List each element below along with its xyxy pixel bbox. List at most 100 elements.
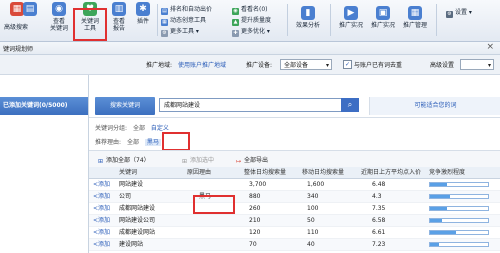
- settings-row: 推广地域: 使用账户推广地域 推广设备: 全部设备 ▾ ✓ 与账户已有词去重 高…: [0, 55, 500, 75]
- toolbar-button-plugin[interactable]: ✱ 插件: [134, 2, 152, 25]
- add-selected-label: 添加选中: [190, 157, 215, 164]
- add-link[interactable]: <添加: [93, 191, 110, 202]
- more-tools-icon: ⚙: [161, 30, 168, 37]
- device-select[interactable]: 全部设备 ▾: [280, 59, 332, 70]
- view-ip-item[interactable]: ◉ 看看名(0): [232, 6, 268, 15]
- more-tools-item[interactable]: ⚙ 更多工具 ▾: [161, 28, 199, 37]
- price-cell: 6.48: [372, 181, 386, 188]
- mobile-search-cell: 340: [307, 193, 319, 200]
- toolbar-button-analysis[interactable]: ▮ 效果分析: [292, 6, 324, 29]
- rank-icon: ▤: [161, 8, 168, 15]
- keyword-cell: 建设网站: [119, 241, 144, 248]
- analysis-label: 效果分析: [295, 22, 320, 29]
- keyword-cell: 成都建设网站: [119, 229, 156, 236]
- dedupe-checkbox[interactable]: ✓: [343, 60, 352, 69]
- column-competition[interactable]: 竞争激烈程度: [429, 167, 465, 178]
- area-label: 推广地域:: [146, 62, 173, 69]
- more-optimize-item[interactable]: ✚ 更多优化 ▾: [232, 28, 270, 37]
- export-all-button[interactable]: ↦ 全部导出: [235, 155, 268, 165]
- improve-quality-item[interactable]: ▲ 提升质量度: [232, 17, 271, 26]
- price-cell: 4.3: [372, 193, 382, 200]
- column-reason[interactable]: 原因理由: [187, 167, 211, 178]
- column-price[interactable]: 近期日上方平均点入价: [361, 167, 421, 178]
- group-filter-row: 关键词分组: 全部 自定义: [95, 123, 169, 132]
- view-ip-label: 看看名(0): [241, 6, 268, 13]
- competition-bar-fill: [430, 219, 442, 222]
- competition-bar: [429, 242, 489, 247]
- toolbar-button-view-report[interactable]: ▥ 查看 报告: [108, 2, 130, 32]
- mobile-search-cell: 100: [307, 205, 319, 212]
- table-row[interactable]: <添加 网站建设公司 210 50 6.58: [89, 215, 500, 227]
- improve-quality-label: 提升质量度: [241, 17, 272, 24]
- search-doc-icon: ▤: [23, 2, 37, 16]
- add-link[interactable]: <添加: [93, 215, 110, 226]
- competition-bar-fill: [430, 243, 439, 246]
- action-bar: ⊞ 添加全部（74） ⊞ 添加选中 ↦ 全部导出: [89, 150, 500, 168]
- manage-label: 推广管理: [402, 22, 427, 29]
- add-selected-button[interactable]: ⊞ 添加选中: [181, 155, 214, 165]
- advanced-settings-select[interactable]: ▾: [460, 59, 494, 70]
- plugin-icon: ✱: [136, 2, 150, 16]
- add-all-label: 添加全部（74）: [106, 157, 150, 164]
- toolbar-separator: [157, 4, 158, 36]
- add-link[interactable]: <添加: [93, 179, 110, 190]
- toolbar-separator: [436, 4, 437, 36]
- rank-bid-item[interactable]: ▤ 排名和自动出价: [161, 6, 212, 15]
- add-all-button[interactable]: ⊞ 添加全部（74）: [97, 155, 150, 165]
- group-filter-label: 关键词分组:: [95, 125, 128, 132]
- settings-menu[interactable]: ⚙ 设置 ▾: [446, 9, 472, 18]
- close-icon[interactable]: ×: [486, 42, 494, 52]
- total-search-cell: 3,700: [249, 181, 267, 188]
- reason-filter-all[interactable]: 全部: [127, 139, 139, 146]
- dynamic-creative-label: 动态创意工具: [170, 17, 207, 24]
- table-row[interactable]: <添加 建设网站 70 40 7.23: [89, 239, 500, 251]
- search-button[interactable]: ⌕: [341, 98, 359, 112]
- dynamic-creative-item[interactable]: ▦ 动态创意工具: [161, 17, 206, 26]
- toolbar-button-search-doc[interactable]: ▤: [20, 2, 40, 18]
- toolbar-button-view-keywords[interactable]: ◉ 查看 关键词: [48, 2, 70, 32]
- main-toolbar: ▦ 高级搜索 ▤ ◉ 查看 关键词 ♥ 关键词 工具 ▥ 查看 报告 ✱ 插件 ▤ 排名…: [0, 0, 500, 42]
- creative-icon: ▦: [161, 19, 168, 26]
- toolbar-button-tv[interactable]: ▣ 推广实况: [368, 6, 398, 29]
- quality-icon: ▲: [232, 19, 239, 26]
- price-cell: 7.23: [372, 241, 386, 248]
- tab-search-keywords[interactable]: 搜索关键词: [95, 97, 155, 115]
- table-row[interactable]: <添加 公司 黑马 880 340 4.3: [89, 191, 500, 203]
- recommended-words-link[interactable]: 可能适合您的词: [369, 97, 500, 115]
- plugin-label: 插件: [136, 18, 149, 25]
- table-row[interactable]: <添加 成都建设网站 120 110 6.61: [89, 227, 500, 239]
- total-search-cell: 260: [249, 205, 261, 212]
- search-icon: ⌕: [347, 100, 353, 109]
- more-optimize-label: 更多优化: [241, 28, 266, 35]
- price-cell: 6.61: [372, 229, 386, 236]
- column-total-search[interactable]: 整体日均搜索量: [244, 167, 286, 178]
- gear-icon: ⚙: [446, 11, 453, 18]
- search-input[interactable]: 成都网站建设: [159, 98, 359, 112]
- add-link[interactable]: <添加: [93, 227, 110, 238]
- advanced-search-label: 高级搜索: [3, 24, 28, 31]
- reason-filter-dark-horse[interactable]: 黑马: [144, 139, 161, 146]
- add-link[interactable]: <添加: [93, 203, 110, 214]
- toolbar-button-manage[interactable]: ▦ 推广管理: [400, 6, 430, 29]
- device-label: 推广设备:: [246, 62, 273, 69]
- advanced-search-label-wrap[interactable]: 高级搜索: [1, 24, 31, 31]
- keyword-cell: 公司: [119, 193, 132, 200]
- area-link[interactable]: 使用账户推广地域: [178, 60, 226, 69]
- competition-bar-fill: [430, 183, 448, 186]
- table-row[interactable]: <添加 网站建设 3,700 1,600 6.48: [89, 179, 500, 191]
- toolbar-button-live[interactable]: ▶ 推广实况: [336, 6, 366, 29]
- group-filter-custom[interactable]: 自定义: [151, 125, 169, 132]
- column-keyword[interactable]: 关键词: [119, 167, 137, 178]
- export-icon: ↦: [235, 158, 242, 165]
- competition-bar: [429, 206, 489, 211]
- total-search-cell: 880: [249, 193, 261, 200]
- column-mobile-search[interactable]: 移动日均搜索量: [302, 167, 344, 178]
- add-link[interactable]: <添加: [93, 239, 110, 250]
- table-row[interactable]: <添加 成都网站建设 260 100 7.35: [89, 203, 500, 215]
- toolbar-separator: [287, 4, 288, 36]
- advanced-settings-label[interactable]: 高级设置: [430, 60, 454, 69]
- tv-icon: ▣: [376, 6, 390, 20]
- mobile-search-cell: 1,600: [307, 181, 325, 188]
- price-cell: 6.58: [372, 217, 386, 224]
- group-filter-all[interactable]: 全部: [133, 125, 145, 132]
